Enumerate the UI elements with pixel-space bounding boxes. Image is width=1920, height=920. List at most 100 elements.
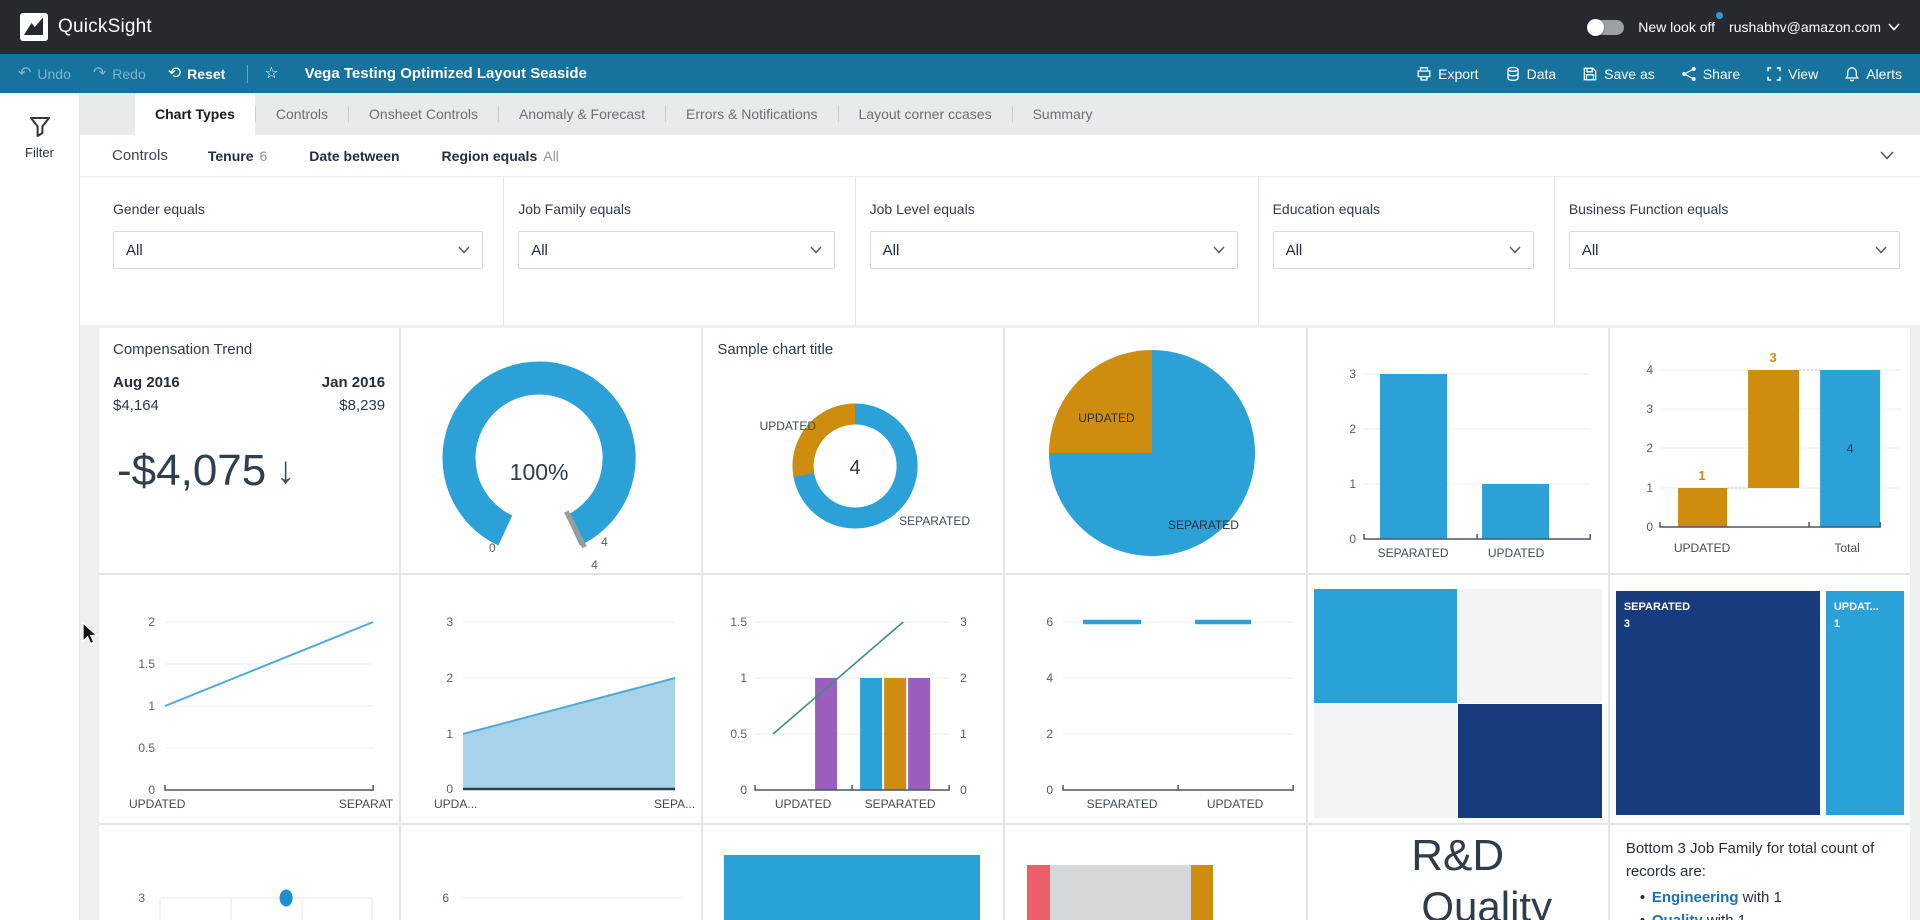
treemap-node-updated[interactable]: UPDAT... 1 (1826, 591, 1904, 815)
x-label: SEPA... (654, 797, 695, 811)
filter-business-function: Business Function equals All (1554, 177, 1920, 325)
visual-combo-chart[interactable]: 1.5 1 0.5 0 3 2 1 0 UPDATED SEPARATED (703, 575, 1003, 823)
visual-insight[interactable]: Bottom 3 Job Family for total count of r… (1610, 825, 1910, 920)
stack-segment-gray[interactable] (1050, 865, 1191, 920)
visual-dot-plot[interactable]: 3 (99, 825, 399, 920)
insight-link[interactable]: Quality (1652, 912, 1703, 920)
job-family-dropdown[interactable]: All (518, 231, 834, 269)
heatmap-cell-blue[interactable] (1314, 589, 1458, 703)
visual-segments-chart[interactable]: 6 4 2 0 SEPARATED UPDATED (1005, 575, 1305, 823)
quicksight-logo-icon[interactable] (20, 13, 48, 41)
slice-label: UPDATED (1078, 411, 1134, 425)
redo-button[interactable]: ↷Redo (93, 66, 146, 82)
treemap-node-separated[interactable]: SEPARATED 3 (1616, 591, 1820, 815)
notification-dot (1716, 12, 1723, 19)
gender-dropdown[interactable]: All (113, 231, 483, 269)
bar-large[interactable] (724, 855, 980, 920)
visual-word-cloud[interactable]: R&D Quality (1308, 825, 1608, 920)
visual-heatmap[interactable] (1308, 575, 1608, 823)
combo-bar[interactable] (908, 678, 930, 790)
heatmap-cell-light[interactable] (1314, 704, 1458, 818)
visual-pie[interactable]: UPDATED SEPARATED (1005, 328, 1305, 573)
y-tick: 0 (1646, 520, 1653, 534)
undo-button[interactable]: ↶Undo (18, 66, 71, 82)
chevron-down-icon (1509, 246, 1521, 254)
visual-bar-partial[interactable] (703, 825, 1003, 920)
visual-gauge[interactable]: 100% 0 4 4 (401, 328, 701, 573)
tab-controls[interactable]: Controls (256, 93, 348, 135)
x-axis (1064, 785, 1294, 790)
word-cloud-word[interactable]: Quality (1366, 883, 1608, 920)
reset-button[interactable]: ⟲Reset (168, 66, 226, 82)
control-region-equals[interactable]: Region equalsAll (442, 148, 559, 164)
bar-separated[interactable] (1380, 374, 1447, 539)
tab-layout-corner-cases[interactable]: Layout corner ccases (839, 93, 1012, 135)
business-function-dropdown[interactable]: All (1569, 231, 1900, 269)
heatmap-cell-light[interactable] (1458, 589, 1602, 703)
collapse-chevron-icon[interactable] (1880, 151, 1894, 160)
left-sidebar: Filter (0, 93, 80, 920)
combo-bar[interactable] (860, 678, 882, 790)
x-label: UPDATED (1488, 546, 1545, 560)
slice-label: UPDATED (760, 419, 817, 433)
share-button[interactable]: Share (1681, 66, 1740, 82)
chevron-down-icon (458, 246, 470, 254)
export-button[interactable]: Export (1416, 66, 1478, 82)
filter-job-level: Job Level equals All (855, 177, 1258, 325)
bar-updated[interactable] (1482, 484, 1549, 539)
visual-treemap[interactable]: SEPARATED 3 UPDAT... 1 (1610, 575, 1910, 823)
waterfall-bar-2[interactable] (1748, 370, 1799, 488)
x-label: SEPARATED (1377, 546, 1448, 560)
slice-label: SEPARATED (1168, 518, 1239, 532)
tab-chart-types[interactable]: Chart Types (135, 93, 255, 135)
waterfall-bar-1[interactable] (1678, 488, 1727, 527)
visual-bar-chart[interactable]: 3 2 1 0 SEPARATED UPDATED (1308, 328, 1608, 573)
visual-stacked-bar-horizontal[interactable] (1005, 825, 1305, 920)
filter-job-family: Job Family equals All (503, 177, 854, 325)
heatmap-cell-navy[interactable] (1458, 704, 1602, 818)
filter-icon[interactable] (28, 115, 52, 139)
kpi-comparison: Jan 2016$8,239 (322, 374, 385, 415)
visual-donut[interactable]: Sample chart title UPDATED SEPARATED 4 (703, 328, 1003, 573)
insight-link[interactable]: Engineering (1652, 889, 1739, 906)
filter-label: Education equals (1273, 201, 1534, 217)
new-look-toggle[interactable] (1588, 20, 1624, 35)
tab-onsheet-controls[interactable]: Onsheet Controls (349, 93, 498, 135)
stack-segment-orange[interactable] (1191, 865, 1213, 920)
alerts-button[interactable]: Alerts (1844, 66, 1902, 82)
controls-bar-title: Controls (112, 147, 168, 164)
account-menu[interactable]: rushabhv@amazon.com (1729, 19, 1900, 35)
job-level-dropdown[interactable]: All (870, 231, 1238, 269)
y-tick: 3 (1349, 367, 1356, 381)
visual-line-chart-partial[interactable]: 6 (401, 825, 701, 920)
area-series[interactable] (463, 678, 675, 788)
visual-area-chart[interactable]: 3 2 1 0 UPDA... SEPA... (401, 575, 701, 823)
donut-center-value: 4 (850, 457, 861, 479)
visual-line-chart[interactable]: 2 1.5 1 0.5 0 UPDATED SEPARAT (99, 575, 399, 823)
y-tick: 1 (1349, 477, 1356, 491)
control-date-between[interactable]: Date between (309, 148, 399, 164)
share-icon (1681, 66, 1697, 82)
combo-bar[interactable] (884, 678, 906, 790)
education-dropdown[interactable]: All (1273, 231, 1534, 269)
save-as-button[interactable]: Save as (1582, 66, 1655, 82)
filter-controls-panel: Gender equals All Job Family equals All … (80, 177, 1920, 325)
stack-segment-red[interactable] (1027, 865, 1050, 920)
data-button[interactable]: Data (1505, 66, 1557, 82)
fullscreen-icon (1766, 66, 1782, 82)
x-label: UPDA... (434, 797, 477, 811)
logo-glyph (24, 18, 43, 36)
data-point[interactable] (280, 890, 293, 907)
visual-kpi-compensation-trend[interactable]: Compensation Trend Aug 2016$4,164 Jan 20… (99, 328, 399, 573)
word-cloud-word[interactable]: R&D (1308, 831, 1608, 881)
control-tenure[interactable]: Tenure6 (208, 148, 267, 164)
sheet-tabs: Chart Types Controls Onsheet Controls An… (80, 93, 1920, 135)
tab-errors-notifications[interactable]: Errors & Notifications (666, 93, 837, 135)
visual-waterfall[interactable]: 4 3 2 1 0 1 3 4 UPDATED Total (1610, 328, 1910, 573)
sidebar-item-filter[interactable]: Filter (25, 145, 54, 160)
favorite-star-button[interactable]: ☆ (264, 66, 278, 82)
tab-anomaly-forecast[interactable]: Anomaly & Forecast (499, 93, 665, 135)
filter-gender: Gender equals All (80, 177, 503, 325)
view-button[interactable]: View (1766, 66, 1818, 82)
tab-summary[interactable]: Summary (1013, 93, 1113, 135)
